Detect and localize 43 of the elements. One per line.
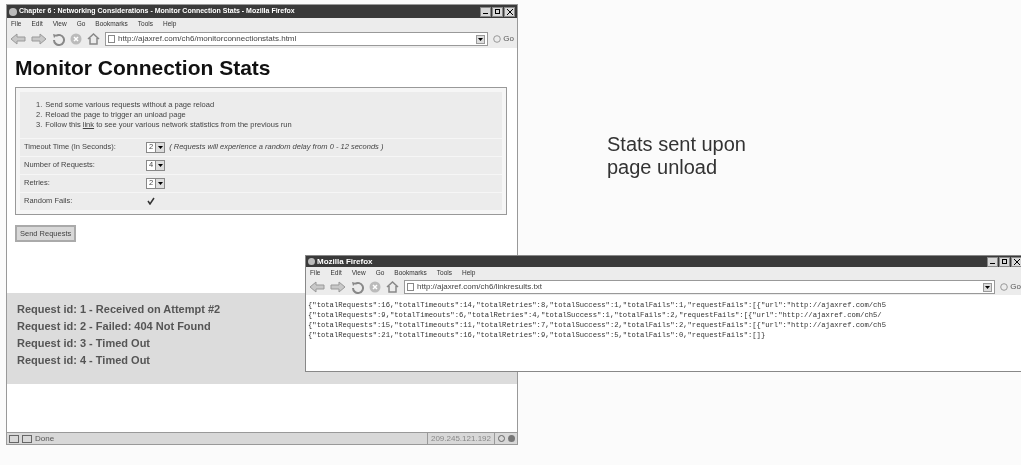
caret-icon [157, 145, 163, 149]
status-text: Done [35, 432, 55, 445]
forward-arrow-icon[interactable] [330, 281, 346, 293]
window-title: Mozilla Firefox [317, 256, 373, 267]
stop-icon[interactable] [70, 33, 82, 45]
result-line: Request id: 1 - Received on Attempt #2 [17, 302, 221, 317]
circle-icon [493, 35, 502, 43]
reload-icon[interactable] [52, 32, 65, 46]
stop-icon[interactable] [369, 281, 381, 293]
caret-icon [157, 181, 163, 185]
result-line: Request id: 3 - Timed Out [17, 336, 151, 351]
go-button[interactable]: Go [493, 33, 514, 45]
maximize-button[interactable] [492, 6, 503, 17]
address-bar[interactable]: http://ajaxref.com/ch6/monitorconnectionstats.html [105, 32, 489, 46]
close-button[interactable] [1011, 256, 1021, 267]
home-icon[interactable] [386, 281, 399, 293]
caret-icon [157, 163, 163, 167]
minimize-button[interactable] [987, 256, 998, 267]
caption-text: Stats sent upon page unload [607, 133, 747, 179]
close-button[interactable] [504, 6, 515, 17]
checkbox[interactable] [146, 196, 155, 206]
page-icon [108, 35, 115, 43]
page-heading: Monitor Connection Stats [15, 55, 271, 81]
result-line: Request id: 4 - Timed Out [17, 353, 151, 368]
result-line: Request id: 2 - Failed: 404 Not Found [17, 319, 211, 334]
address-bar[interactable]: http://ajaxref.com/ch6/linkresults.txt [404, 280, 996, 294]
dropdown-button[interactable] [983, 282, 993, 292]
home-icon[interactable] [87, 33, 100, 45]
circle-icon [1000, 283, 1009, 291]
back-arrow-icon[interactable] [10, 33, 26, 45]
caret-icon [478, 37, 484, 41]
status-ip: 209.245.121.192 [426, 432, 495, 445]
back-arrow-icon[interactable] [309, 281, 325, 293]
browser-logo-icon [308, 258, 315, 265]
reload-icon[interactable] [351, 280, 364, 294]
browser-logo-icon [9, 7, 17, 16]
forward-arrow-icon[interactable] [31, 33, 47, 45]
maximize-button[interactable] [999, 256, 1010, 267]
dropdown-button[interactable] [476, 34, 486, 44]
go-button[interactable]: Go [1000, 281, 1021, 293]
page-icon [407, 283, 414, 291]
caret-icon [985, 285, 991, 289]
minimize-button[interactable] [480, 6, 491, 17]
